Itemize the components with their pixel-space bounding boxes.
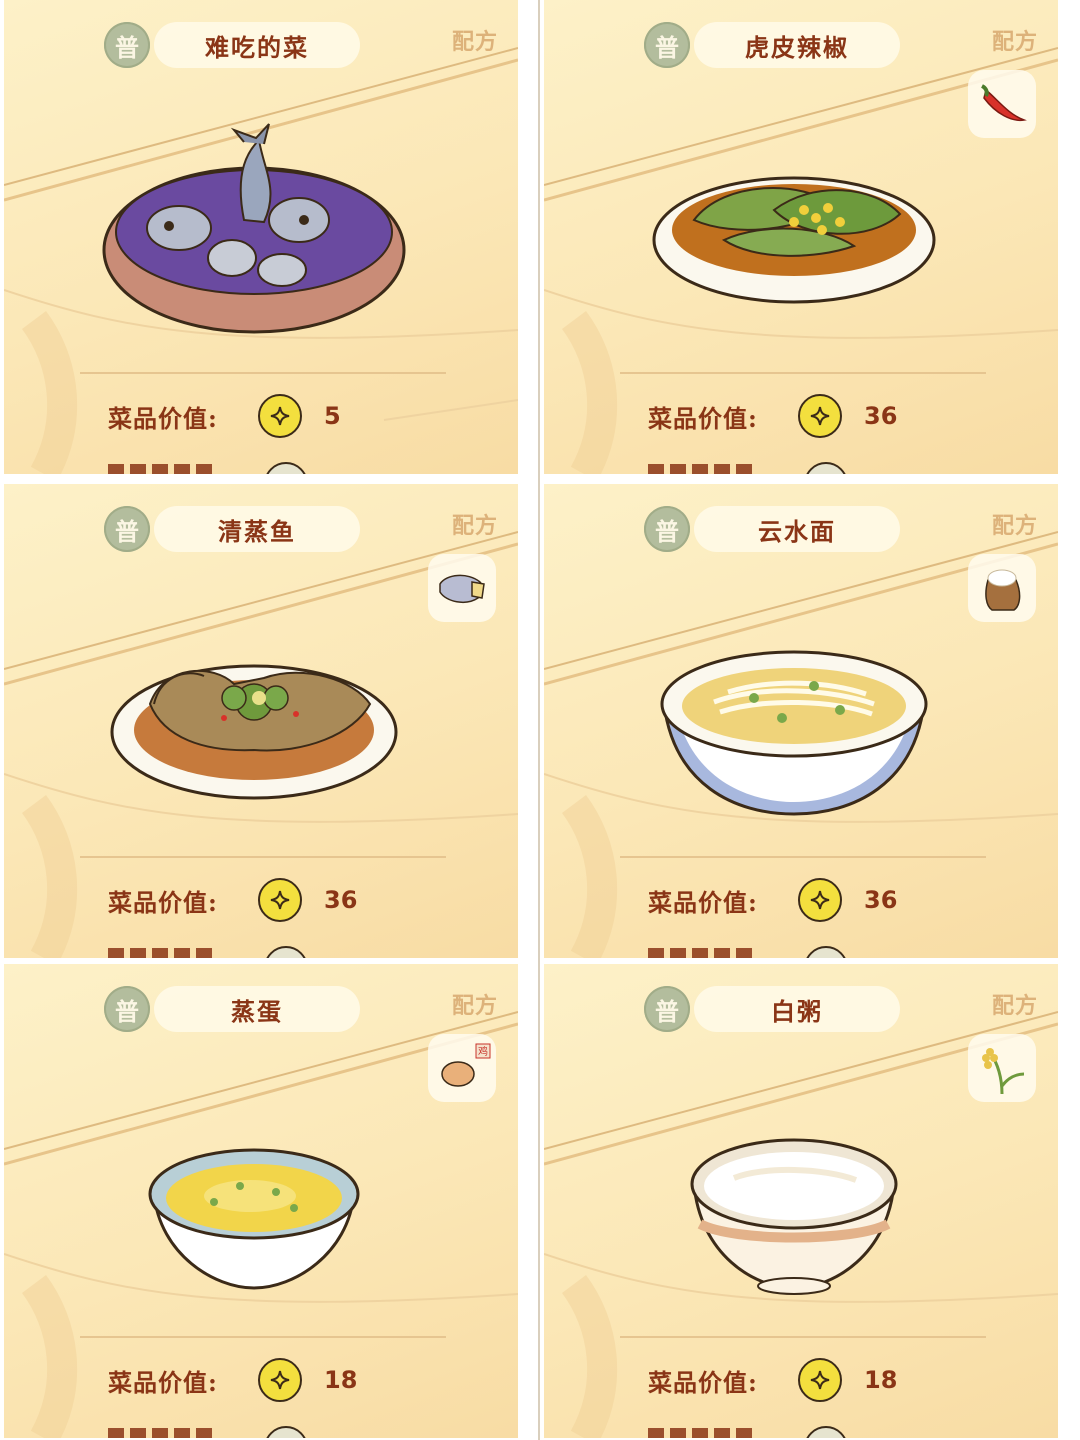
cook-time-row-clipped: [648, 1422, 948, 1438]
dish-name: 难吃的菜: [154, 22, 360, 68]
recipe-card-grid: 普 难吃的菜 配方 菜品价值: 5 普 虎皮辣椒 配方 菜品价值: 36 普 清…: [0, 0, 1080, 1440]
coin-icon: [258, 394, 302, 438]
recipe-card-zhengdan[interactable]: 普 蒸蛋 配方 鸡 菜品价值: 18: [4, 964, 518, 1438]
grade-badge: 普: [104, 986, 150, 1032]
cook-time-label-clipped: [648, 1428, 758, 1438]
divider: [620, 1336, 986, 1338]
recipe-card-hupilajiao[interactable]: 普 虎皮辣椒 配方 菜品价值: 36: [544, 0, 1058, 474]
dish-value-row: 菜品价值: 18: [648, 1357, 897, 1403]
cook-time-row-clipped: [648, 458, 948, 474]
dish-name: 清蒸鱼: [154, 506, 360, 552]
recipe-link[interactable]: 配方: [992, 988, 1038, 1020]
dish-value-label: 菜品价值:: [648, 403, 758, 433]
divider: [80, 372, 446, 374]
cook-time-label-clipped: [648, 948, 758, 958]
purple-fish-soup-icon: [102, 123, 406, 334]
column-divider: [518, 0, 540, 1440]
coin-icon: [798, 394, 842, 438]
recipe-card-baizhou[interactable]: 普 白粥 配方 菜品价值: 18: [544, 964, 1058, 1438]
dish-value-row: 菜品价值: 36: [648, 877, 897, 923]
divider: [620, 856, 986, 858]
grade-badge: 普: [104, 22, 150, 68]
dish-value: 5: [324, 402, 341, 430]
dish-value-row: 菜品价值: 5: [108, 393, 341, 439]
tiger-skin-pepper-icon: [652, 176, 936, 304]
recipe-link[interactable]: 配方: [452, 508, 498, 540]
dish-value-label: 菜品价值:: [108, 403, 218, 433]
divider: [80, 1336, 446, 1338]
dish-name: 白粥: [694, 986, 900, 1032]
dish-value-label: 菜品价值:: [108, 887, 218, 917]
coin-icon: [258, 1358, 302, 1402]
recipe-link[interactable]: 配方: [992, 508, 1038, 540]
ingredient-tag: 鸡: [478, 1045, 488, 1058]
dish-value: 36: [864, 886, 898, 914]
noodle-bowl-icon: [660, 650, 928, 816]
recipe-link[interactable]: 配方: [992, 24, 1038, 56]
dish-name: 虎皮辣椒: [694, 22, 900, 68]
dish-value-row: 菜品价值: 18: [108, 1357, 357, 1403]
clock-icon: [804, 462, 848, 474]
cook-time-row-clipped: [108, 1422, 408, 1438]
cook-time-row-clipped: [108, 942, 408, 958]
cook-time-label-clipped: [108, 948, 218, 958]
steamed-fish-icon: [110, 664, 398, 800]
recipe-card-yunshuimian[interactable]: 普 云水面 配方 菜品价值: 36: [544, 484, 1058, 958]
grade-badge: 普: [644, 506, 690, 552]
dish-name: 云水面: [694, 506, 900, 552]
cook-time-label-clipped: [648, 464, 758, 474]
dish-value: 18: [864, 1366, 898, 1394]
divider: [80, 856, 446, 858]
recipe-card-qingzhengyu[interactable]: 普 清蒸鱼 配方 菜品价值: 36: [4, 484, 518, 958]
rice-porridge-icon: [690, 1138, 898, 1295]
clock-icon: [264, 946, 308, 958]
clock-icon: [264, 462, 308, 474]
clock-icon: [804, 946, 848, 958]
coin-icon: [258, 878, 302, 922]
steamed-egg-icon: [148, 1148, 360, 1290]
cook-time-label-clipped: [108, 1428, 218, 1438]
grade-badge: 普: [104, 506, 150, 552]
dish-value-row: 菜品价值: 36: [108, 877, 357, 923]
recipe-link[interactable]: 配方: [452, 24, 498, 56]
recipe-card-nanchidecai[interactable]: 普 难吃的菜 配方 菜品价值: 5: [4, 0, 518, 474]
grade-badge: 普: [644, 986, 690, 1032]
dish-name: 蒸蛋: [154, 986, 360, 1032]
dish-value-row: 菜品价值: 36: [648, 393, 897, 439]
dish-value-label: 菜品价值:: [108, 1367, 218, 1397]
coin-icon: [798, 878, 842, 922]
dish-value-label: 菜品价值:: [648, 1367, 758, 1397]
cook-time-row-clipped: [648, 942, 948, 958]
cook-time-label-clipped: [108, 464, 218, 474]
grade-badge: 普: [644, 22, 690, 68]
cook-time-row-clipped: [108, 458, 408, 474]
dish-value: 18: [324, 1366, 358, 1394]
dish-value-label: 菜品价值:: [648, 887, 758, 917]
dish-value: 36: [864, 402, 898, 430]
clock-icon: [264, 1426, 308, 1438]
coin-icon: [798, 1358, 842, 1402]
dish-value: 36: [324, 886, 358, 914]
recipe-link[interactable]: 配方: [452, 988, 498, 1020]
divider: [620, 372, 986, 374]
clock-icon: [804, 1426, 848, 1438]
